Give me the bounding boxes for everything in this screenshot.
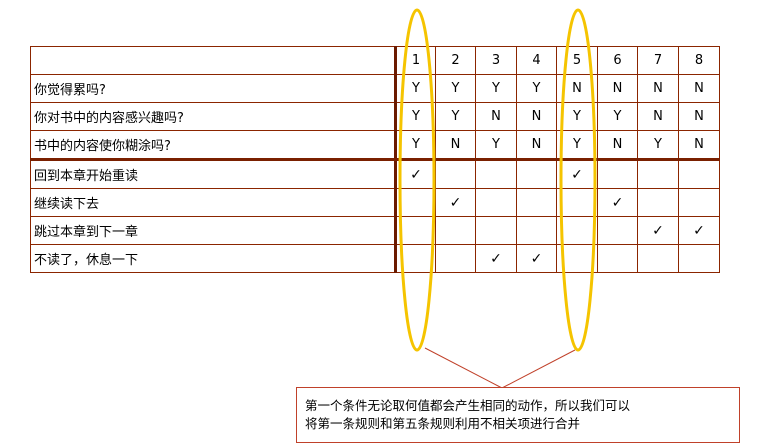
check-mark: ✓ xyxy=(395,159,436,189)
action-cell xyxy=(395,216,436,245)
action-cell xyxy=(556,188,598,217)
condition-value: Y xyxy=(395,74,436,103)
condition-value: N xyxy=(597,74,638,103)
action-cell xyxy=(435,216,476,245)
callout-pointer xyxy=(424,347,576,389)
condition-value: N xyxy=(637,102,679,131)
action-label: 回到本章开始重读 xyxy=(30,159,397,189)
action-cell xyxy=(637,244,679,273)
condition-value: Y xyxy=(556,102,598,131)
condition-row: 书中的内容使你糊涂吗? Y N Y N Y N Y N xyxy=(30,130,720,161)
condition-value: Y xyxy=(475,74,517,103)
condition-value: N xyxy=(678,74,720,103)
rule-number-8: 8 xyxy=(678,46,720,75)
action-cell xyxy=(435,244,476,273)
action-cell xyxy=(516,216,557,245)
condition-value: N xyxy=(678,102,720,131)
condition-value: N xyxy=(678,130,720,161)
condition-row: 你觉得累吗? Y Y Y Y N N N N xyxy=(30,74,720,103)
rule-number-3: 3 xyxy=(475,46,517,75)
condition-value: N xyxy=(516,130,557,161)
condition-value: N xyxy=(475,102,517,131)
check-mark: ✓ xyxy=(637,216,679,245)
action-row: 跳过本章到下一章 ✓ ✓ xyxy=(30,216,720,245)
decision-table: 1 2 3 4 5 6 7 8 你觉得累吗? Y Y Y Y N N N N 你对书中的内容感兴趣吗? Y Y N N Y Y… xyxy=(30,46,720,273)
action-cell xyxy=(678,159,720,189)
action-cell xyxy=(435,159,476,189)
condition-value: N xyxy=(637,74,679,103)
annotation-callout: 第一个条件无论取何值都会产生相同的动作，所以我们可以 将第一条规则和第五条规则利… xyxy=(296,387,740,443)
action-cell xyxy=(637,159,679,189)
rule-number-2: 2 xyxy=(435,46,476,75)
action-cell xyxy=(597,216,638,245)
action-cell xyxy=(637,188,679,217)
action-label: 跳过本章到下一章 xyxy=(30,216,397,245)
condition-value: Y xyxy=(435,74,476,103)
rule-number-7: 7 xyxy=(637,46,679,75)
action-row: 回到本章开始重读 ✓ ✓ xyxy=(30,159,720,189)
condition-value: Y xyxy=(395,130,436,161)
action-cell xyxy=(678,244,720,273)
action-cell xyxy=(678,188,720,217)
action-cell xyxy=(516,188,557,217)
condition-value: N xyxy=(556,74,598,103)
rule-number-6: 6 xyxy=(597,46,638,75)
condition-value: Y xyxy=(556,130,598,161)
condition-label: 书中的内容使你糊涂吗? xyxy=(30,130,397,161)
condition-value: Y xyxy=(395,102,436,131)
rule-number-5: 5 xyxy=(556,46,598,75)
action-cell xyxy=(395,188,436,217)
check-mark: ✓ xyxy=(435,188,476,217)
condition-value: Y xyxy=(516,74,557,103)
check-mark: ✓ xyxy=(556,159,598,189)
condition-label: 你对书中的内容感兴趣吗? xyxy=(30,102,397,131)
action-cell xyxy=(395,244,436,273)
check-mark: ✓ xyxy=(475,244,517,273)
action-cell xyxy=(556,244,598,273)
check-mark: ✓ xyxy=(516,244,557,273)
condition-value: Y xyxy=(435,102,476,131)
annotation-line-2: 将第一条规则和第五条规则利用不相关项进行合并 xyxy=(305,416,581,431)
condition-label: 你觉得累吗? xyxy=(30,74,397,103)
action-label: 继续读下去 xyxy=(30,188,397,217)
action-cell xyxy=(475,216,517,245)
rule-number-1: 1 xyxy=(395,46,436,75)
check-mark: ✓ xyxy=(678,216,720,245)
action-cell xyxy=(556,216,598,245)
condition-value: Y xyxy=(475,130,517,161)
action-cell xyxy=(475,159,517,189)
condition-value: Y xyxy=(597,102,638,131)
condition-value: N xyxy=(597,130,638,161)
annotation-line-1: 第一个条件无论取何值都会产生相同的动作，所以我们可以 xyxy=(305,398,631,413)
condition-row: 你对书中的内容感兴趣吗? Y Y N N Y Y N N xyxy=(30,102,720,131)
header-row: 12345678 xyxy=(30,46,720,75)
header-corner xyxy=(30,46,397,75)
action-row: 不读了，休息一下 ✓ ✓ xyxy=(30,244,720,273)
action-cell xyxy=(597,159,638,189)
action-cell xyxy=(516,159,557,189)
check-mark: ✓ xyxy=(597,188,638,217)
condition-value: N xyxy=(435,130,476,161)
condition-value: N xyxy=(516,102,557,131)
action-cell xyxy=(597,244,638,273)
action-row: 继续读下去 ✓ ✓ xyxy=(30,188,720,217)
action-label: 不读了，休息一下 xyxy=(30,244,397,273)
action-cell xyxy=(475,188,517,217)
rule-number-4: 4 xyxy=(516,46,557,75)
condition-value: Y xyxy=(637,130,679,161)
